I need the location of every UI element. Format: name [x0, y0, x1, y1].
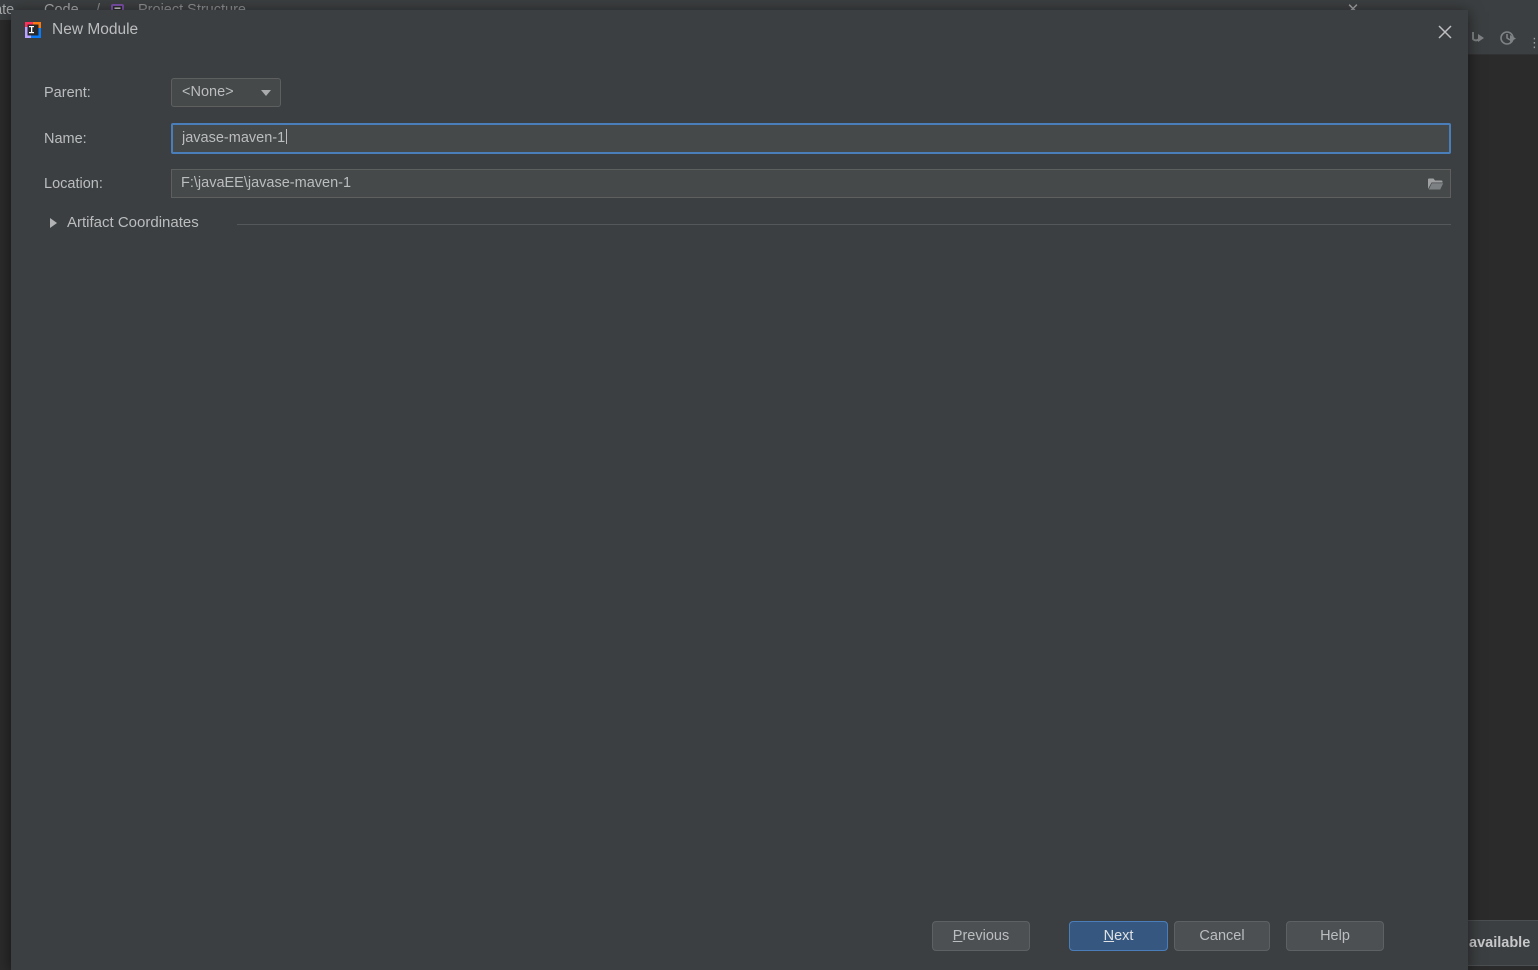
cancel-button[interactable]: Cancel — [1174, 921, 1270, 951]
ide-right-panel — [1462, 20, 1538, 970]
next-button[interactable]: Next — [1069, 921, 1168, 951]
location-input[interactable]: F:\javaEE\javase-maven-1 — [171, 169, 1451, 198]
parent-label: Parent: — [44, 85, 91, 101]
close-icon[interactable] — [1432, 19, 1458, 45]
name-input[interactable]: javase-maven-1 — [171, 123, 1451, 154]
next-button-mnemonic: N — [1103, 928, 1115, 944]
ide-toolbar: ⋮ — [1462, 20, 1538, 55]
previous-button[interactable]: Previous — [932, 921, 1030, 951]
notification-popup[interactable]: available — [1462, 920, 1538, 966]
section-divider — [237, 224, 1451, 225]
folder-icon[interactable] — [1421, 171, 1449, 198]
name-input-text: javase-maven-1 — [182, 130, 286, 146]
name-input-value: javase-maven-1 — [182, 125, 1415, 152]
more-icon[interactable]: ⋮ — [1528, 35, 1538, 51]
parent-select-value: <None> — [182, 84, 234, 100]
parent-select[interactable]: <None> — [171, 78, 281, 107]
form-row-parent: Parent: <None> — [11, 78, 1468, 108]
dialog-title: New Module — [52, 21, 139, 38]
dialog-titlebar: New Module — [11, 10, 1468, 50]
previous-button-label: revious — [962, 928, 1010, 944]
previous-button-mnemonic: P — [952, 928, 963, 944]
location-input-value: F:\javaEE\javase-maven-1 — [181, 175, 352, 191]
artifact-coordinates-label: Artifact Coordinates — [67, 214, 199, 231]
help-button[interactable]: Help — [1286, 921, 1384, 951]
form-row-name: Name: javase-maven-1 — [11, 123, 1468, 155]
intellij-idea-icon — [24, 21, 42, 39]
name-label: Name: — [44, 131, 87, 147]
next-button-label: ext — [1114, 928, 1134, 944]
artifact-coordinates-section[interactable]: Artifact Coordinates — [11, 210, 1468, 238]
chevron-right-icon — [50, 218, 57, 228]
debug-icon[interactable] — [1498, 28, 1518, 48]
notification-text: available — [1469, 935, 1531, 951]
form-row-location: Location: F:\javaEE\javase-maven-1 — [11, 169, 1468, 199]
dialog-footer: Previous Next Cancel Help — [11, 908, 1468, 970]
location-label: Location: — [44, 176, 103, 192]
dialog-form-area: Parent: <None> Name: javase-maven-1 Loca… — [11, 50, 1468, 250]
run-icon[interactable] — [1468, 28, 1488, 48]
chevron-down-icon — [261, 90, 271, 96]
ide-left-strip — [0, 20, 11, 970]
new-module-dialog: New Module Parent: <None> Name: javase-m… — [11, 10, 1468, 970]
text-caret — [286, 129, 288, 144]
